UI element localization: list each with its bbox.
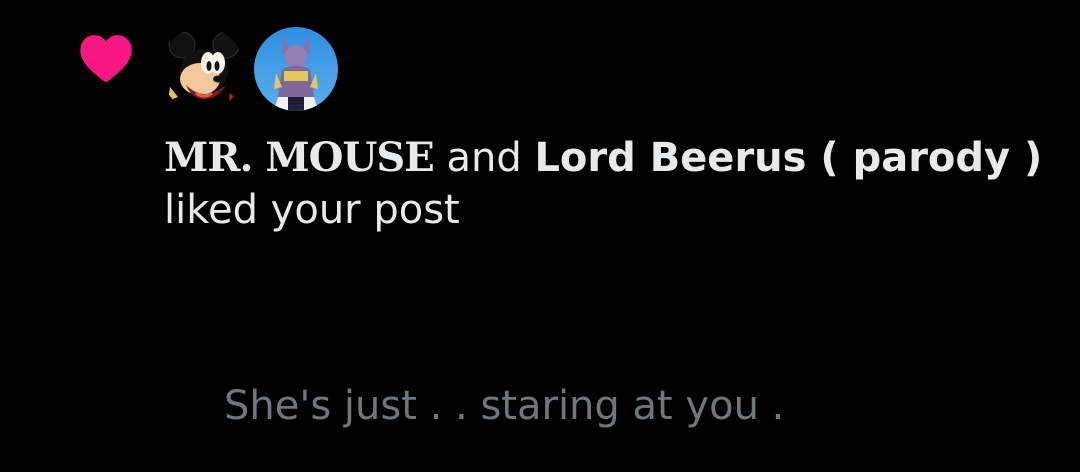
heart-icon — [80, 35, 132, 82]
user-name-link[interactable]: MR. MOUSE — [164, 134, 435, 181]
like-notification[interactable]: MR. MOUSE and Lord Beerus ( parody ) lik… — [0, 0, 1080, 472]
notification-summary: MR. MOUSE and Lord Beerus ( parody ) lik… — [164, 132, 1044, 236]
action-text: liked your post — [164, 187, 460, 233]
mickey-mouse-avatar[interactable] — [160, 27, 244, 111]
avatar-group — [160, 26, 338, 112]
connector-text: and — [433, 135, 535, 181]
post-preview-text[interactable]: She's just . . staring at you . — [224, 380, 784, 432]
beerus-avatar[interactable] — [254, 27, 338, 111]
user-name-link[interactable]: Lord Beerus ( parody ) — [534, 135, 1042, 181]
